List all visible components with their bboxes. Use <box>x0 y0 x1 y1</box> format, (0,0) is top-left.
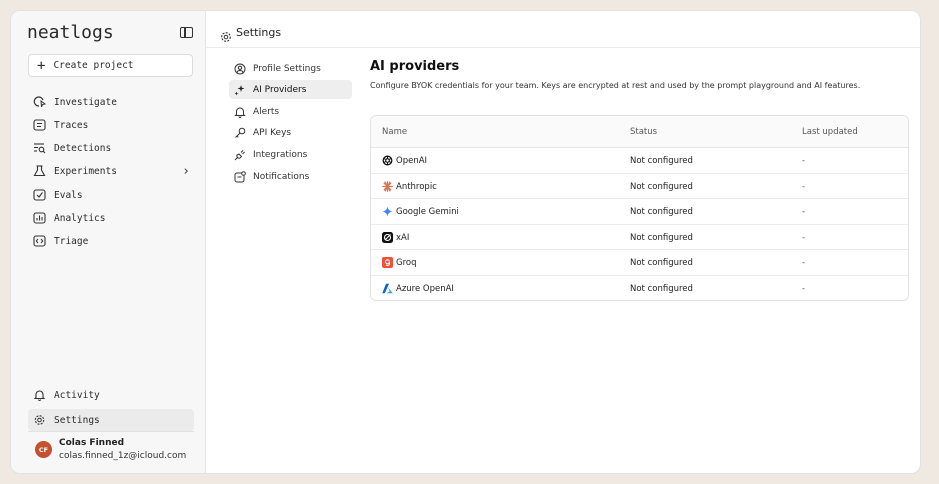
settings-nav-ai-providers[interactable]: AI Providers <box>229 80 352 99</box>
anthropic-icon <box>382 180 393 192</box>
investigate-icon <box>31 95 47 109</box>
provider-status: Not configured <box>630 283 693 294</box>
sidebar-item-label: Analytics <box>54 212 106 224</box>
table-row[interactable]: Anthropic Not configured - <box>371 174 908 199</box>
column-header-name: Name <box>382 127 408 137</box>
gemini-icon <box>382 206 393 217</box>
settings-nav-label: AI Providers <box>253 84 307 95</box>
provider-status: Not configured <box>630 258 693 268</box>
table-row[interactable]: OpenAI Not configured - <box>371 148 908 174</box>
sidebar-item-investigate[interactable]: Investigate <box>28 92 194 112</box>
provider-status: Not configured <box>630 207 693 217</box>
flask-icon <box>31 164 47 178</box>
chevron-right-icon[interactable]: › <box>182 164 190 179</box>
provider-status: Not configured <box>630 156 693 166</box>
gear-icon <box>220 28 232 47</box>
provider-last-updated: - <box>802 156 806 166</box>
sparkles-icon <box>233 84 247 96</box>
settings-nav-label: Alerts <box>253 106 280 117</box>
sidebar-item-triage[interactable]: Triage <box>28 231 194 251</box>
avatar[interactable]: CF <box>35 441 52 458</box>
openai-icon <box>382 155 393 166</box>
sidebar-item-experiments[interactable]: Experiments › <box>28 161 194 181</box>
azure-icon <box>382 283 393 294</box>
sidebar-item-detections[interactable]: Detections <box>28 138 194 158</box>
sidebar-item-label: Triage <box>54 235 89 247</box>
provider-name: Groq <box>396 258 417 268</box>
divider <box>28 431 194 432</box>
provider-status: Not configured <box>630 181 693 192</box>
sidebar-item-activity[interactable]: Activity <box>28 385 194 405</box>
bell-icon <box>233 106 247 118</box>
table-row[interactable]: Groq Not configured - <box>371 250 908 276</box>
evals-icon <box>31 188 47 202</box>
provider-last-updated: - <box>802 232 806 243</box>
settings-nav-label: Notifications <box>253 171 310 182</box>
settings-nav-label: Integrations <box>253 149 308 160</box>
column-header-status: Status <box>630 127 658 137</box>
provider-name: Google Gemini <box>396 207 459 217</box>
brand-logo: neatlogs <box>27 22 114 43</box>
gear-icon <box>31 413 47 427</box>
detections-icon <box>31 141 47 155</box>
groq-icon <box>382 257 393 268</box>
settings-nav-alerts[interactable]: Alerts <box>229 102 352 121</box>
sidebar-item-label: Settings <box>54 414 100 426</box>
create-project-button[interactable]: + Create project <box>28 54 193 77</box>
providers-table: Name Status Last updated OpenAI Not conf… <box>370 115 909 301</box>
provider-name: OpenAI <box>396 156 428 166</box>
table-row[interactable]: xAI Not configured - <box>371 225 908 250</box>
user-circle-icon <box>233 63 247 75</box>
sidebar-item-analytics[interactable]: Analytics <box>28 208 194 228</box>
settings-nav-label: API Keys <box>253 127 292 138</box>
section-description: Configure BYOK credentials for your team… <box>370 81 861 90</box>
plus-icon: + <box>37 57 46 74</box>
table-row[interactable]: Azure OpenAI Not configured - <box>371 276 908 301</box>
table-row[interactable]: Google Gemini Not configured - <box>371 199 908 225</box>
sidebar-item-label: Investigate <box>54 96 117 108</box>
settings-nav-api-keys[interactable]: API Keys <box>229 123 352 142</box>
sidebar-item-label: Traces <box>54 119 89 131</box>
traces-icon <box>31 118 47 132</box>
provider-name: xAI <box>396 232 410 243</box>
sidebar-toggle-icon[interactable] <box>180 27 193 38</box>
create-project-label: Create project <box>53 60 134 71</box>
sidebar-item-traces[interactable]: Traces <box>28 115 194 135</box>
divider <box>206 47 920 48</box>
sidebar-item-label: Detections <box>54 142 112 154</box>
settings-nav-integrations[interactable]: Integrations <box>229 145 352 164</box>
sidebar-item-label: Evals <box>54 189 83 201</box>
column-header-last-updated: Last updated <box>802 127 858 137</box>
settings-nav-label: Profile Settings <box>253 63 321 74</box>
page-title: Settings <box>236 26 282 39</box>
sidebar-item-settings[interactable]: Settings <box>28 409 194 431</box>
app-window: neatlogs + Create project Investigate Tr… <box>10 10 921 474</box>
triage-icon <box>31 234 47 248</box>
analytics-icon <box>31 211 47 225</box>
bell-icon <box>31 388 47 402</box>
provider-name: Azure OpenAI <box>396 283 454 294</box>
provider-last-updated: - <box>802 207 806 217</box>
key-icon <box>233 127 247 139</box>
sidebar-item-label: Activity <box>54 389 100 401</box>
sidebar: neatlogs + Create project Investigate Tr… <box>11 11 206 473</box>
provider-last-updated: - <box>802 283 806 294</box>
settings-nav-profile[interactable]: Profile Settings <box>229 59 352 78</box>
provider-last-updated: - <box>802 181 806 192</box>
sidebar-item-label: Experiments <box>54 165 117 177</box>
provider-status: Not configured <box>630 232 693 243</box>
settings-nav-notifications[interactable]: Notifications <box>229 167 352 186</box>
notification-icon <box>233 170 247 183</box>
table-header: Name Status Last updated <box>371 116 908 148</box>
section-title: AI providers <box>370 59 460 74</box>
user-name: Colas Finned <box>59 438 125 448</box>
user-email: colas.finned_1z@icloud.com <box>59 451 187 461</box>
provider-last-updated: - <box>802 258 806 268</box>
xai-icon <box>382 231 393 243</box>
plug-icon <box>233 149 247 161</box>
provider-name: Anthropic <box>396 181 437 192</box>
sidebar-item-evals[interactable]: Evals <box>28 185 194 205</box>
